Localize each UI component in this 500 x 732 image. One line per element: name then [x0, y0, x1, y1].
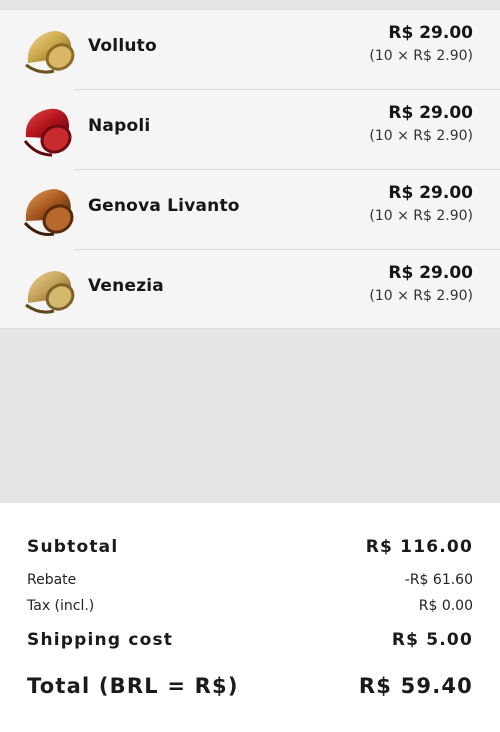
item-name: Venezia [88, 276, 164, 296]
item-unit-breakdown: (10 × R$ 2.90) [369, 48, 473, 64]
subtotal-value: R$ 116.00 [365, 537, 473, 557]
shipping-label: Shipping cost [27, 630, 174, 650]
item-name: Volluto [88, 36, 157, 56]
shipping-value: R$ 5.00 [391, 630, 473, 650]
order-summary: Subtotal R$ 116.00 Rebate -R$ 61.60 Tax … [0, 503, 500, 732]
item-unit-breakdown: (10 × R$ 2.90) [369, 128, 473, 144]
item-price: R$ 29.00 [388, 23, 473, 43]
subtotal-row: Subtotal R$ 116.00 [27, 537, 473, 559]
total-label: Total (BRL = R$) [27, 674, 239, 698]
rebate-label: Rebate [27, 572, 77, 588]
tax-value: R$ 0.00 [418, 598, 473, 614]
item-price: R$ 29.00 [388, 103, 473, 123]
item-price: R$ 29.00 [388, 263, 473, 283]
tax-row: Tax (incl.) R$ 0.00 [27, 598, 473, 616]
capsule-venezia-icon [25, 271, 75, 314]
item-unit-breakdown: (10 × R$ 2.90) [369, 288, 473, 304]
subtotal-label: Subtotal [27, 537, 119, 557]
rebate-value: -R$ 61.60 [404, 572, 473, 588]
cart-item-napoli[interactable]: Napoli R$ 29.00 (10 × R$ 2.90) [0, 90, 500, 170]
item-name: Genova Livanto [88, 196, 240, 216]
capsule-volluto-icon [25, 31, 75, 74]
capsule-napoli-icon [23, 108, 72, 157]
item-name: Napoli [88, 116, 151, 136]
capsule-genova-livanto-icon [23, 189, 74, 236]
cart-item-genova-livanto[interactable]: Genova Livanto R$ 29.00 (10 × R$ 2.90) [0, 170, 500, 250]
cart-item-list: Volluto R$ 29.00 (10 × R$ 2.90) Napoli R… [0, 9, 500, 329]
cart-item-volluto[interactable]: Volluto R$ 29.00 (10 × R$ 2.90) [0, 10, 500, 90]
tax-label: Tax (incl.) [27, 598, 95, 614]
shipping-row: Shipping cost R$ 5.00 [27, 630, 473, 652]
total-row: Total (BRL = R$) R$ 59.40 [27, 674, 473, 702]
cart-screen: Volluto R$ 29.00 (10 × R$ 2.90) Napoli R… [0, 0, 500, 732]
total-value: R$ 59.40 [358, 674, 473, 698]
item-unit-breakdown: (10 × R$ 2.90) [369, 208, 473, 224]
rebate-row: Rebate -R$ 61.60 [27, 572, 473, 590]
cart-item-venezia[interactable]: Venezia R$ 29.00 (10 × R$ 2.90) [0, 250, 500, 330]
item-price: R$ 29.00 [388, 183, 473, 203]
